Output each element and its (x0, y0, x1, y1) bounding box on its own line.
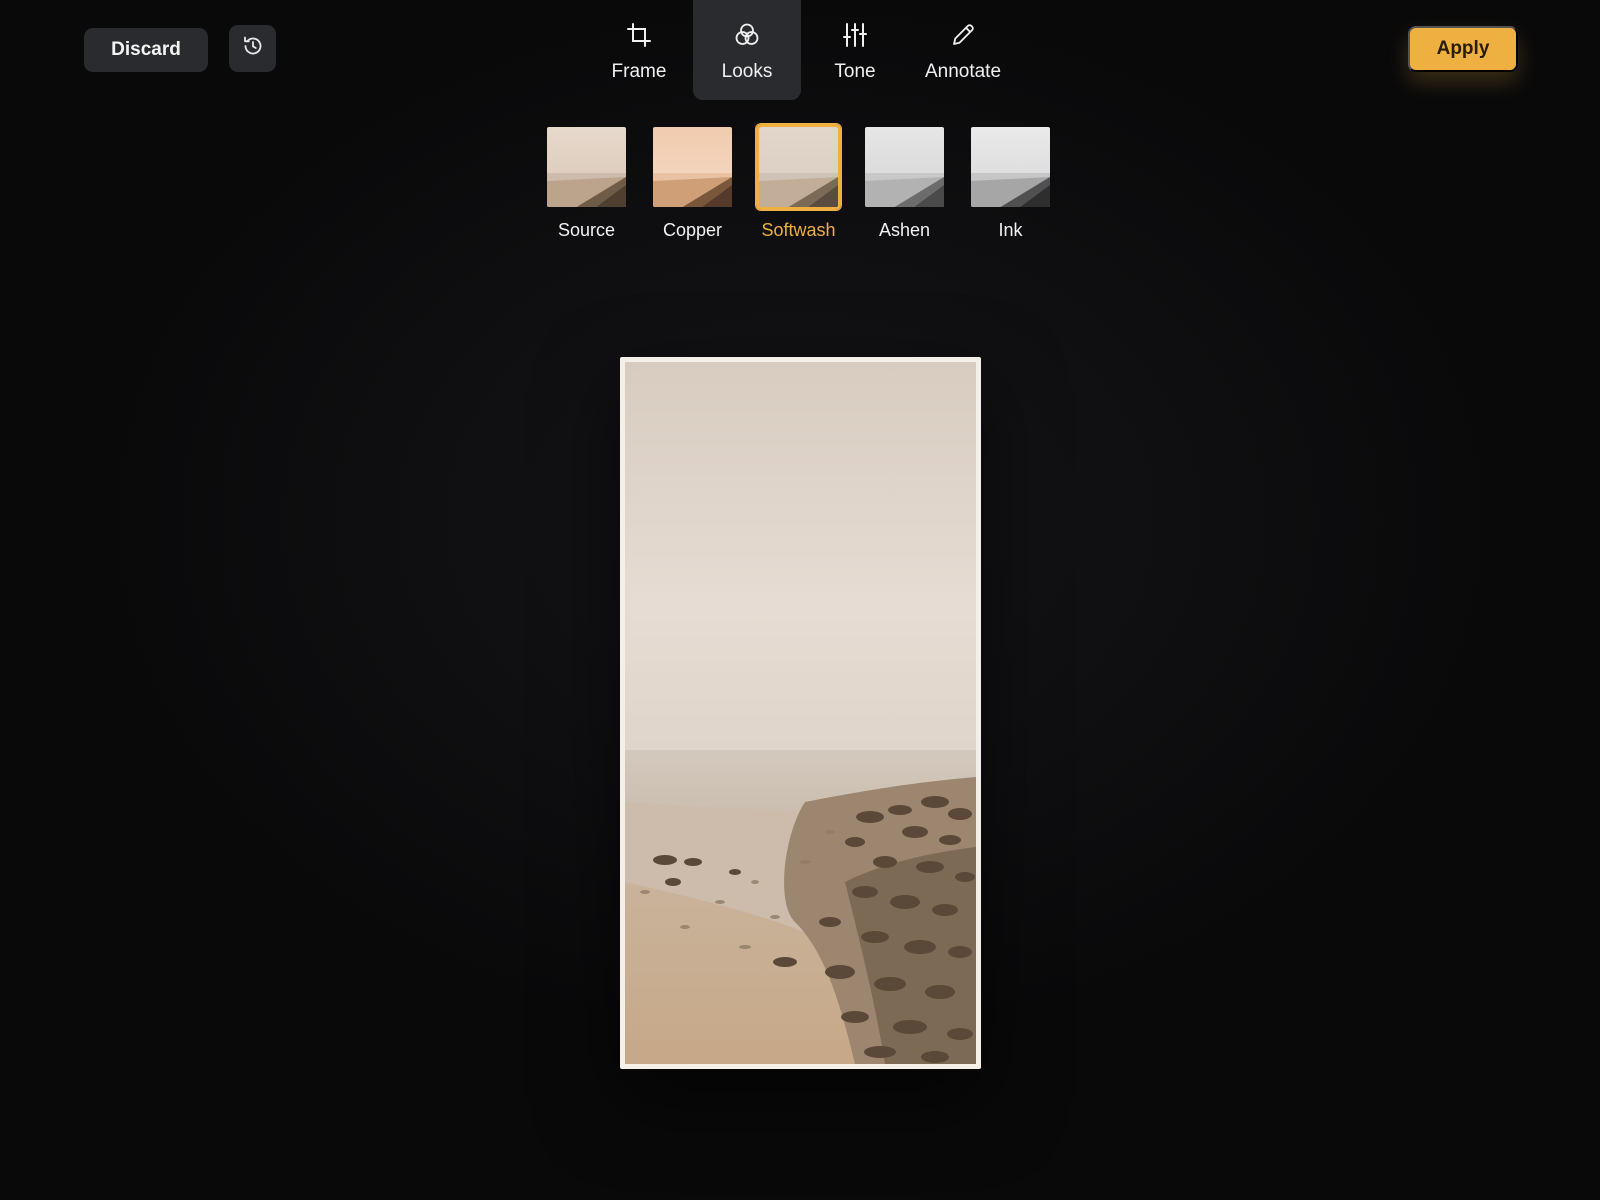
tab-looks[interactable]: Looks (693, 0, 801, 100)
history-button[interactable] (229, 25, 276, 72)
look-label: Ink (998, 220, 1023, 240)
pencil-icon (948, 20, 978, 50)
tab-annotate[interactable]: Annotate (909, 0, 1017, 100)
look-copper[interactable]: Copper (650, 124, 735, 241)
sliders-icon (840, 20, 870, 50)
looks-icon (732, 20, 762, 50)
look-thumbnail (862, 124, 947, 210)
tab-frame[interactable]: Frame (585, 0, 693, 100)
apply-button[interactable]: Apply (1408, 26, 1518, 72)
look-label: Ashen (878, 220, 931, 240)
tab-looks-label: Looks (721, 61, 773, 82)
look-ashen[interactable]: Ashen (862, 124, 947, 241)
look-thumbnail (968, 124, 1053, 210)
look-label: Copper (662, 220, 723, 240)
tab-frame-label: Frame (611, 61, 667, 82)
look-thumbnail (650, 124, 735, 210)
look-softwash[interactable]: Softwash (756, 124, 841, 241)
mode-tabs: Frame Looks Tone Annotate (585, 0, 1017, 100)
look-thumbnail (756, 124, 841, 210)
history-icon (241, 34, 265, 63)
crop-icon (624, 20, 654, 50)
beach-photo (625, 362, 976, 1064)
editor-stage: Discard Frame Looks Tone Annotate Apply … (0, 0, 1600, 1200)
tab-annotate-label: Annotate (924, 61, 1002, 82)
look-thumbnail (544, 124, 629, 210)
tab-tone-label: Tone (834, 61, 876, 82)
look-source[interactable]: Source (544, 124, 629, 241)
look-ink[interactable]: Ink (968, 124, 1053, 241)
tab-tone[interactable]: Tone (801, 0, 909, 100)
look-label: Softwash (761, 220, 836, 240)
look-label: Source (557, 220, 616, 240)
discard-button[interactable]: Discard (84, 28, 208, 72)
looks-strip: Source Copper Softwash Ashen Ink (544, 124, 1053, 241)
photo-preview[interactable] (620, 357, 981, 1069)
